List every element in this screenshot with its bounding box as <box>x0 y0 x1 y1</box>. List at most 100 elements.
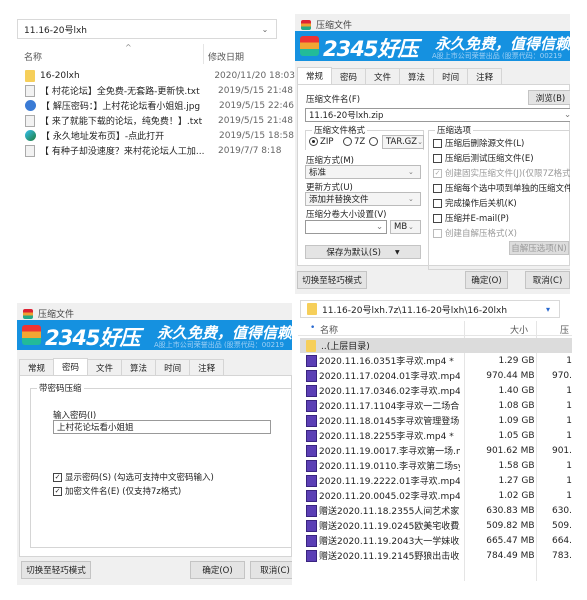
option-checkbox-6[interactable]: 创建自解压格式(X) <box>433 227 517 239</box>
options-group: 压缩选项 压缩后删除源文件(L) 压缩后测试压缩文件(E) ✓ 创建固实压缩文件(J)… <box>428 124 570 270</box>
archive-file-row[interactable]: 赠送2020.11.19.2145野狼出击收費... 784.49 MB 783. <box>300 548 572 563</box>
tab-1[interactable]: 密码 <box>331 68 367 84</box>
archive-file-row[interactable]: 2020.11.19.0110.李寻欢第二场sy... 1.58 GB 1 <box>300 458 572 473</box>
chevron-down-icon[interactable]: ⌄ <box>564 110 570 120</box>
archive-file-row[interactable]: 2020.11.17.1104李寻欢一二场合... 1.08 GB 1 <box>300 398 572 413</box>
update-select[interactable]: 添加并替换文件 ⌄ <box>305 192 421 206</box>
ok-button[interactable]: 确定(O) <box>465 271 508 289</box>
format-radio-7z[interactable]: 7Z <box>343 137 365 147</box>
format-radio-targz[interactable] <box>369 137 380 147</box>
option-label: 完成操作后关机(K) <box>445 199 517 209</box>
password-group: 带密码压缩 输入密码(I) 上村花论坛看小姐姐 ✓ 显示密码(S) (勾选可支持中… <box>30 382 292 548</box>
sfx-options-button[interactable]: 自解压选项(N) <box>509 241 569 255</box>
dropdown-arrow-icon[interactable]: ▾ <box>537 305 559 314</box>
dropdown-arrow-icon: ▼ <box>394 248 400 256</box>
address-bar[interactable]: 11.16-20号lxh.7z\11.16-20号lxh\16-20lxh ▾ <box>300 300 560 318</box>
video-file-icon <box>306 429 317 442</box>
chevron-down-icon[interactable]: ⌄ <box>376 222 386 232</box>
checkbox-checked-icon: ✓ <box>53 473 62 482</box>
encrypt-filenames-checkbox[interactable]: ✓ 加密文件名(E) (仅支持7z格式) <box>53 485 181 497</box>
dialog-title: 压缩文件 <box>38 310 75 320</box>
archive-file-row[interactable]: 2020.11.17.0346.02李寻欢.mp4 * 1.40 GB 1 <box>300 383 572 398</box>
parent-directory-row[interactable]: ..(上层目录) <box>300 338 572 353</box>
archive-file-row[interactable]: 赠送2020.11.18.2355人间艺术家... 630.83 MB 630. <box>300 503 572 518</box>
tab-0[interactable]: 常规 <box>19 359 55 375</box>
archive-file-row[interactable]: 2020.11.18.2255李寻欢.mp4 * 1.05 GB 1 <box>300 428 572 443</box>
archive-file-row[interactable]: 2020.11.19.0017.李寻欢第一场.m... 901.62 MB 901. <box>300 443 572 458</box>
option-checkbox-0[interactable]: 压缩后删除源文件(L) <box>433 137 524 149</box>
file-packed-size: 509. <box>551 520 572 531</box>
switch-mode-button[interactable]: 切换至轻巧模式 <box>297 271 367 289</box>
archive-file-row[interactable]: 2020.11.19.2222.01李寻欢.mp4 * 1.27 GB 1 <box>300 473 572 488</box>
split-size-input[interactable]: ⌄ <box>305 220 387 234</box>
switch-mode-button[interactable]: 切换至轻巧模式 <box>21 561 91 579</box>
option-checkbox-4[interactable]: 完成操作后关机(K) <box>433 197 517 209</box>
tab-1[interactable]: 密码 <box>53 358 89 375</box>
checkbox-icon <box>433 154 442 163</box>
file-row[interactable]: 【 解压密码：】上村花论坛看小姐姐.jpg 2019/5/15 22:46 <box>25 98 295 113</box>
file-name: 赠送2020.11.19.2145野狼出击收費... <box>319 552 460 562</box>
app-icon <box>301 19 311 30</box>
ok-button[interactable]: 确定(O) <box>190 561 245 579</box>
tab-0[interactable]: 常规 <box>297 67 333 84</box>
file-name: 2020.11.17.1104李寻欢一二场合... <box>319 402 460 412</box>
dialog-title-bar: 压缩文件 <box>301 18 352 31</box>
split-unit-select[interactable]: MB ⌄ <box>390 220 421 234</box>
option-checkbox-5[interactable]: 压缩并E-mail(P) <box>433 212 509 224</box>
show-password-checkbox[interactable]: ✓ 显示密码(S) (勾选可支持中文密码输入) <box>53 471 214 483</box>
archive-file-row[interactable]: 2020.11.17.0204.01李寻欢.mp4 * 970.44 MB 970. <box>300 368 572 383</box>
archive-file-row[interactable]: 赠送2020.11.19.0245欧美宅收費房... 509.82 MB 509. <box>300 518 572 533</box>
tab-3[interactable]: 算法 <box>121 359 157 375</box>
file-row[interactable]: 【 有种子却没速度？来村花论坛人工加... 2019/7/7 8:18 <box>25 143 295 158</box>
checkbox-icon <box>433 139 442 148</box>
file-name: 【 有种子却没速度？来村花论坛人工加... <box>40 147 205 157</box>
tab-2[interactable]: 文件 <box>87 359 123 375</box>
video-file-icon <box>306 504 317 517</box>
column-header-modified[interactable]: 修改日期 <box>208 50 244 63</box>
tab-4[interactable]: 时间 <box>433 68 469 84</box>
cancel-button[interactable]: 取消(C) <box>525 271 570 289</box>
txt-file-icon <box>25 84 35 97</box>
column-header-name[interactable]: 名称 <box>24 50 42 63</box>
checkbox-checked-icon: ✓ <box>53 487 62 496</box>
browse-button[interactable]: 浏览(B) <box>528 90 570 105</box>
format-radio-zip[interactable]: ZIP <box>309 137 333 147</box>
column-header-size[interactable]: 大小 <box>510 323 528 336</box>
option-checkbox-1[interactable]: 压缩后测试压缩文件(E) <box>433 152 534 164</box>
file-size: 1.58 GB <box>498 460 535 471</box>
tab-2[interactable]: 文件 <box>365 68 401 84</box>
txt-file-icon <box>25 114 35 127</box>
file-row[interactable]: 【 村花论坛】全免费-无套路-更新快.txt 2019/5/15 21:48 <box>25 83 295 98</box>
filename-input[interactable]: 11.16-20号lxh.zip ⌄ <box>305 108 570 122</box>
video-file-icon <box>306 399 317 412</box>
options-group-label: 压缩选项 <box>435 124 474 136</box>
archive-file-list: 2020.11.16.0351李寻欢.mp4 * 1.29 GB 1 2020.11.… <box>300 353 572 578</box>
file-list: 16-20lxh 2020/11/20 18:03 【 村花论坛】全免费-无套路-更… <box>25 68 295 163</box>
option-label: 创建固实压缩文件(J)(仅限7Z格式) <box>445 169 570 179</box>
archive-file-row[interactable]: 2020.11.16.0351李寻欢.mp4 * 1.29 GB 1 <box>300 353 572 368</box>
tab-4[interactable]: 时间 <box>155 359 191 375</box>
method-select[interactable]: 标准 ⌄ <box>305 165 421 179</box>
tab-5[interactable]: 注释 <box>189 359 225 375</box>
option-label: 创建自解压格式(X) <box>445 229 517 239</box>
archive-browser: 11.16-20号lxh.7z\11.16-20号lxh\16-20lxh ▾ … <box>298 298 572 582</box>
cancel-button[interactable]: 取消(C) <box>250 561 292 579</box>
column-header-name[interactable]: 名称 <box>320 323 338 336</box>
file-row[interactable]: 16-20lxh 2020/11/20 18:03 <box>25 68 295 83</box>
tab-5[interactable]: 注释 <box>467 68 503 84</box>
save-default-button[interactable]: 保存为默认(S) ▼ <box>305 245 421 259</box>
tab-3[interactable]: 算法 <box>399 68 435 84</box>
targz-select[interactable]: TAR.GZ ⌄ <box>382 135 424 149</box>
option-checkbox-2[interactable]: ✓ 创建固实压缩文件(J)(仅限7Z格式) <box>433 167 570 179</box>
file-row[interactable]: 【 来了就能下载的论坛，纯免费！】.txt 2019/5/15 21:48 <box>25 113 295 128</box>
archive-file-row[interactable]: 赠送2020.11.19.2043大一学妹收費... 665.47 MB 664. <box>300 533 572 548</box>
password-input[interactable]: 上村花论坛看小姐姐 <box>53 420 271 434</box>
file-size: 1.29 GB <box>498 355 535 366</box>
archive-file-row[interactable]: 2020.11.18.0145李寻欢管理登场... 1.09 GB 1 <box>300 413 572 428</box>
edge-file-icon <box>25 130 36 141</box>
chevron-down-icon[interactable]: ⌄ <box>254 25 276 34</box>
file-row[interactable]: 【 永久地址发布页】-点此打开 2019/5/15 18:58 <box>25 128 295 143</box>
archive-file-row[interactable]: 2020.11.20.0045.02李寻欢.mp4 * 1.02 GB 1 <box>300 488 572 503</box>
address-bar[interactable]: 11.16-20号lxh ⌄ <box>17 19 277 39</box>
option-checkbox-3[interactable]: 压缩每个选中项到单独的压缩文件(G) <box>433 182 570 194</box>
